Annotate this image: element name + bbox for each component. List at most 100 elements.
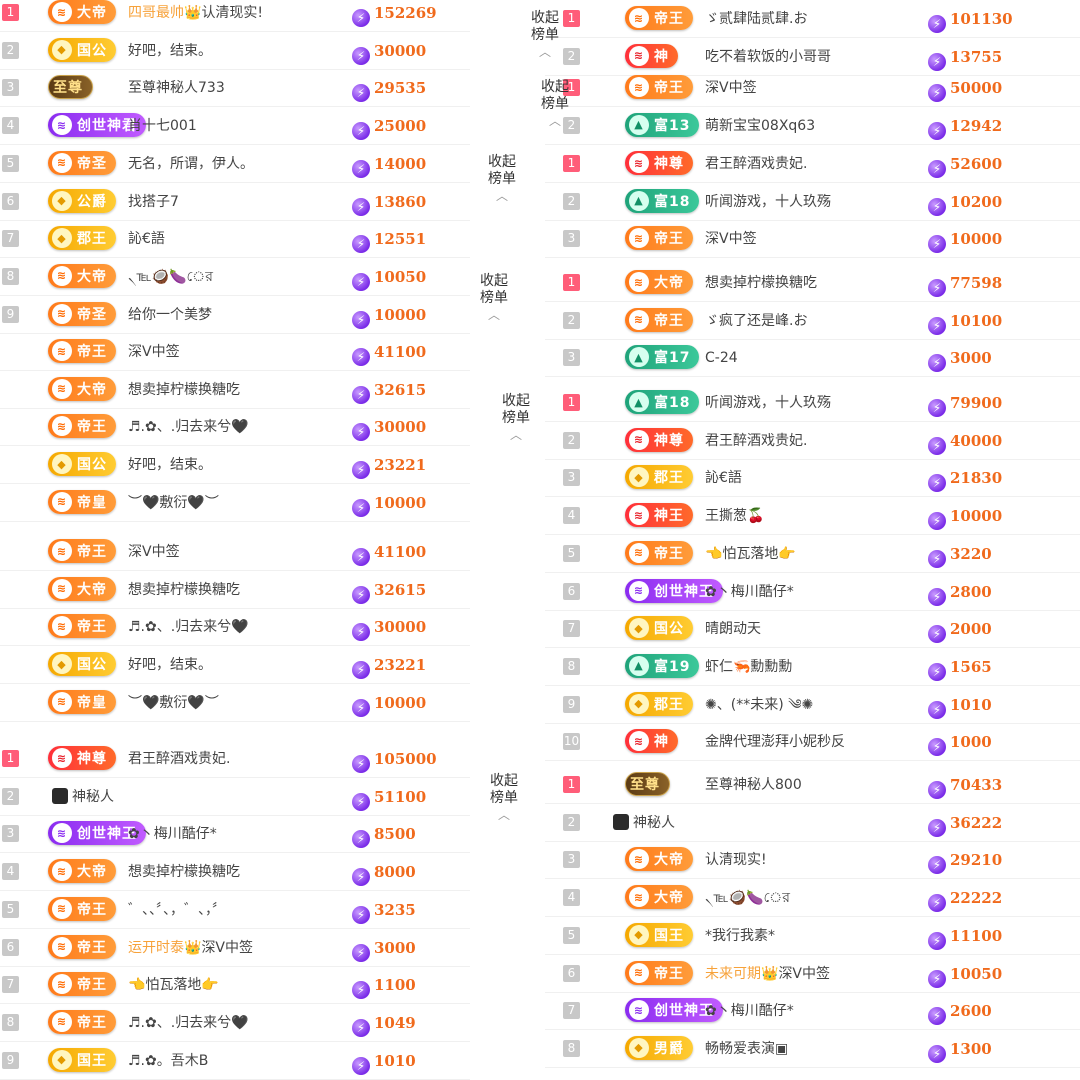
ranking-row[interactable]: 8 ◆ 男爵 畅畅爱表演▣ ⚡ 1300: [545, 1031, 1080, 1068]
ranking-row[interactable]: 1 至尊 至尊神秘人800 ⚡ 70433: [545, 767, 1080, 804]
user-name[interactable]: 君王醉酒戏贵妃.: [128, 741, 230, 778]
ranking-row[interactable]: 7 ≋ 帝王 👈怕瓦落地👉 ⚡ 1100: [0, 967, 470, 1005]
user-name[interactable]: 好吧，结束。: [128, 647, 212, 684]
user-name[interactable]: ৲℡🥥🍆ের: [128, 259, 213, 296]
user-name[interactable]: 听闻游戏，十人玖殇: [705, 385, 831, 422]
user-name[interactable]: 想卖掉柠檬换糖吃: [128, 854, 240, 891]
user-name[interactable]: ♬.✿、.归去来兮🖤: [128, 609, 249, 646]
user-name[interactable]: ︶🖤敷衍🖤︶: [128, 485, 219, 522]
collapse-ranking-button[interactable]: 收起 榜单 ︿: [525, 10, 565, 58]
collapse-ranking-button[interactable]: 收起 榜单 ︿: [484, 773, 524, 821]
ranking-row[interactable]: ≋ 帝王 ♬.✿、.归去来兮🖤 ⚡ 30000: [0, 409, 470, 447]
user-name[interactable]: 金牌代理澎拜小妮秒反: [705, 724, 845, 761]
ranking-row[interactable]: ≋ 帝王 ♬.✿、.归去来兮🖤 ⚡ 30000: [0, 609, 470, 647]
user-name[interactable]: 萌新宝宝08Xq63: [705, 108, 815, 145]
user-name[interactable]: ゞ疯了还是峰.お: [705, 303, 807, 340]
ranking-row[interactable]: 5 ≋ 帝王 ゛、、〞、，゛、，〞 ⚡ 3235: [0, 892, 470, 929]
ranking-row[interactable]: 3 ◆ 郡王 訫€語 ⚡ 21830: [545, 460, 1080, 498]
ranking-row[interactable]: 7 ◆ 郡王 訫€語 ⚡ 12551: [0, 221, 470, 259]
ranking-row[interactable]: 2 ≋ 神尊 君王醉酒戏贵妃. ⚡ 40000: [545, 423, 1080, 460]
user-name[interactable]: 深V中签: [705, 70, 757, 107]
ranking-row[interactable]: 6 ◆ 公爵 找搭子7 ⚡ 13860: [0, 184, 470, 221]
user-name[interactable]: ✿丶梅川酷仔*: [705, 993, 794, 1030]
user-name[interactable]: 晴朗动天: [705, 611, 761, 648]
ranking-row[interactable]: ≋ 大帝 想卖掉柠檬换糖吃 ⚡ 32615: [0, 572, 470, 609]
ranking-row[interactable]: 4 ≋ 创世神君 肖十七001 ⚡ 25000: [0, 108, 470, 146]
ranking-row[interactable]: 1 ≋ 大帝 四哥最帅👑认清现实! ⚡ 152269: [0, 0, 470, 32]
ranking-row[interactable]: 3 ≋ 帝王 深V中签 ⚡ 10000: [545, 221, 1080, 259]
user-name[interactable]: 君王醉酒戏贵妃.: [705, 423, 807, 460]
collapse-ranking-button[interactable]: 收起 榜单 ︿: [474, 273, 514, 321]
user-name[interactable]: 想卖掉柠檬换糖吃: [705, 265, 817, 302]
ranking-row[interactable]: 1 ≋ 神尊 君王醉酒戏贵妃. ⚡ 105000: [0, 741, 470, 778]
ranking-row[interactable]: 9 ◆ 郡王 ✺、(**未来) ༄✺ ⚡ 1010: [545, 687, 1080, 724]
user-name[interactable]: 君王醉酒戏贵妃.: [705, 146, 807, 183]
user-name[interactable]: 肖十七001: [128, 108, 197, 145]
user-name[interactable]: 认清现实!: [705, 842, 767, 879]
user-name[interactable]: ゛、、〞、，゛、，〞: [128, 892, 226, 929]
user-name[interactable]: 深V中签: [128, 534, 180, 571]
user-name[interactable]: 找搭子7: [128, 184, 179, 221]
user-name[interactable]: 想卖掉柠檬换糖吃: [128, 372, 240, 409]
user-name[interactable]: ♬.✿。吾木B: [128, 1043, 208, 1080]
user-name[interactable]: 👈怕瓦落地👉: [705, 536, 796, 573]
ranking-row[interactable]: 3 ≋ 创世神王 ✿丶梅川酷仔* ⚡ 8500: [0, 816, 470, 854]
user-name[interactable]: 至尊神秘人733: [128, 70, 225, 107]
user-name[interactable]: 神秘人: [613, 805, 675, 842]
collapse-ranking-button[interactable]: 收起 榜单 ︿: [496, 393, 536, 441]
ranking-row[interactable]: 5 ≋ 帝王 👈怕瓦落地👉 ⚡ 3220: [545, 536, 1080, 573]
ranking-row[interactable]: ≋ 帝皇 ︶🖤敷衍🖤︶ ⚡ 10000: [0, 685, 470, 722]
user-name[interactable]: ✺、(**未来) ༄✺: [705, 687, 813, 724]
user-name[interactable]: 👈怕瓦落地👉: [128, 967, 219, 1004]
user-name[interactable]: ৲℡🥥🍆ের: [705, 880, 790, 917]
user-name[interactable]: 深V中签: [128, 334, 180, 371]
ranking-row[interactable]: 6 ≋ 创世神王 ✿丶梅川酷仔* ⚡ 2800: [545, 574, 1080, 611]
user-name[interactable]: *我行我素*: [705, 918, 775, 955]
user-name[interactable]: 訫€語: [128, 221, 165, 258]
ranking-row[interactable]: ≋ 大帝 想卖掉柠檬换糖吃 ⚡ 32615: [0, 372, 470, 409]
user-name[interactable]: 运开时泰👑深V中签: [128, 930, 253, 967]
ranking-row[interactable]: 1 ≋ 神尊 君王醉酒戏贵妃. ⚡ 52600: [545, 146, 1080, 183]
ranking-row[interactable]: ◆ 国公 好吧，结束。 ⚡ 23221: [0, 447, 470, 485]
ranking-row[interactable]: 4 ≋ 神王 王撕葱🍒 ⚡ 10000: [545, 498, 1080, 536]
ranking-row[interactable]: 7 ≋ 创世神王 ✿丶梅川酷仔* ⚡ 2600: [545, 993, 1080, 1031]
ranking-row[interactable]: 2 神秘人 ⚡ 51100: [0, 779, 470, 816]
user-name[interactable]: 神秘人: [52, 779, 114, 816]
ranking-row[interactable]: 3 ▲ 富17 C-24 ⚡ 3000: [545, 340, 1080, 378]
ranking-row[interactable]: 8 ≋ 大帝 ৲℡🥥🍆ের ⚡ 10050: [0, 259, 470, 296]
ranking-row[interactable]: 1 ≋ 大帝 想卖掉柠檬换糖吃 ⚡ 77598: [545, 265, 1080, 302]
user-name[interactable]: ♬.✿、.归去来兮🖤: [128, 1005, 249, 1042]
user-name[interactable]: 王撕葱🍒: [705, 498, 764, 535]
ranking-row[interactable]: 3 ≋ 大帝 认清现实! ⚡ 29210: [545, 842, 1080, 880]
ranking-row[interactable]: 2 ◆ 国公 好吧，结束。 ⚡ 30000: [0, 33, 470, 70]
user-name[interactable]: 好吧，结束。: [128, 33, 212, 70]
ranking-row[interactable]: 2 神秘人 ⚡ 36222: [545, 805, 1080, 842]
user-name[interactable]: 听闻游戏，十人玖殇: [705, 184, 831, 221]
user-name[interactable]: 想卖掉柠檬换糖吃: [128, 572, 240, 609]
user-name[interactable]: 深V中签: [705, 221, 757, 258]
user-name[interactable]: 好吧，结束。: [128, 447, 212, 484]
user-name[interactable]: 虾仁🦐勳勳勳: [705, 649, 792, 686]
ranking-row[interactable]: 6 ≋ 帝王 运开时泰👑深V中签 ⚡ 3000: [0, 930, 470, 967]
ranking-row[interactable]: 1 ▲ 富18 听闻游戏，十人玖殇 ⚡ 79900: [545, 385, 1080, 422]
user-name[interactable]: 畅畅爱表演▣: [705, 1031, 788, 1068]
ranking-row[interactable]: 2 ≋ 帝王 ゞ疯了还是峰.お ⚡ 10100: [545, 303, 1080, 340]
ranking-row[interactable]: 7 ◆ 国公 晴朗动天 ⚡ 2000: [545, 611, 1080, 649]
user-name[interactable]: ✿丶梅川酷仔*: [128, 816, 217, 853]
user-name[interactable]: ゞ贰肆陆贰肆.お: [705, 1, 807, 38]
collapse-ranking-button[interactable]: 收起 榜单 ︿: [482, 154, 522, 202]
ranking-row[interactable]: 1 ≋ 帝王 ゞ贰肆陆贰肆.お ⚡ 101130: [545, 1, 1080, 38]
ranking-row[interactable]: 8 ≋ 帝王 ♬.✿、.归去来兮🖤 ⚡ 1049: [0, 1005, 470, 1042]
ranking-row[interactable]: 1 ≋ 帝王 深V中签 ⚡ 50000: [545, 70, 1080, 107]
user-name[interactable]: 给你一个美梦: [128, 297, 212, 334]
ranking-row[interactable]: ≋ 帝王 深V中签 ⚡ 41100: [0, 334, 470, 371]
user-name[interactable]: C-24: [705, 340, 738, 377]
ranking-row[interactable]: ≋ 帝王 深V中签 ⚡ 41100: [0, 534, 470, 571]
ranking-row[interactable]: 2 ▲ 富18 听闻游戏，十人玖殇 ⚡ 10200: [545, 184, 1080, 221]
ranking-row[interactable]: 10 ≋ 神金牌代理澎拜小妮秒反 ⚡ 1000: [545, 724, 1080, 762]
ranking-row[interactable]: 2 ▲ 富13 萌新宝宝08Xq63 ⚡ 12942: [545, 108, 1080, 145]
ranking-row[interactable]: 9 ◆ 国王 ♬.✿。吾木B ⚡ 1010: [0, 1043, 470, 1080]
ranking-row[interactable]: 4 ≋ 大帝 想卖掉柠檬换糖吃 ⚡ 8000: [0, 854, 470, 892]
ranking-row[interactable]: 5 ≋ 帝圣 无名，所谓，伊人。 ⚡ 14000: [0, 146, 470, 183]
user-name[interactable]: 四哥最帅👑认清现实!: [128, 0, 263, 32]
